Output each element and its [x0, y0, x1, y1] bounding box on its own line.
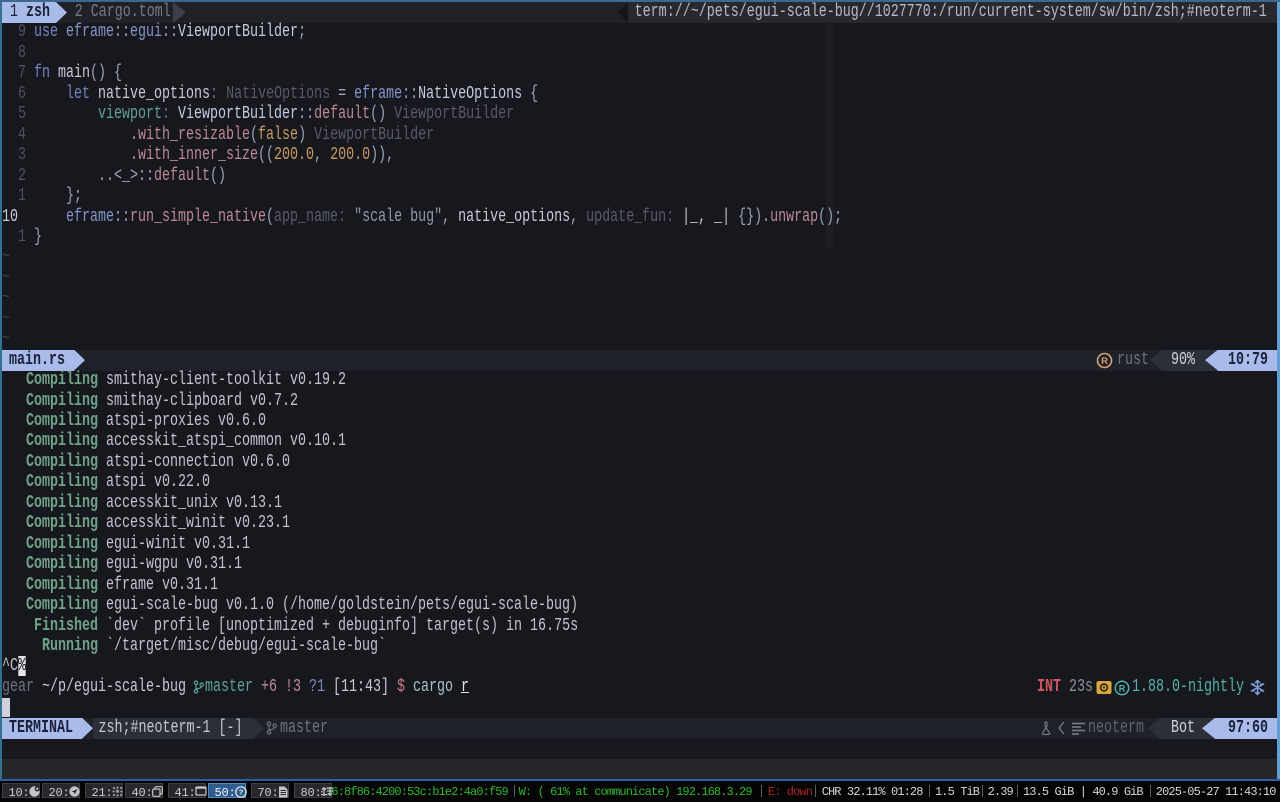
svg-text:?: ?: [239, 787, 244, 796]
